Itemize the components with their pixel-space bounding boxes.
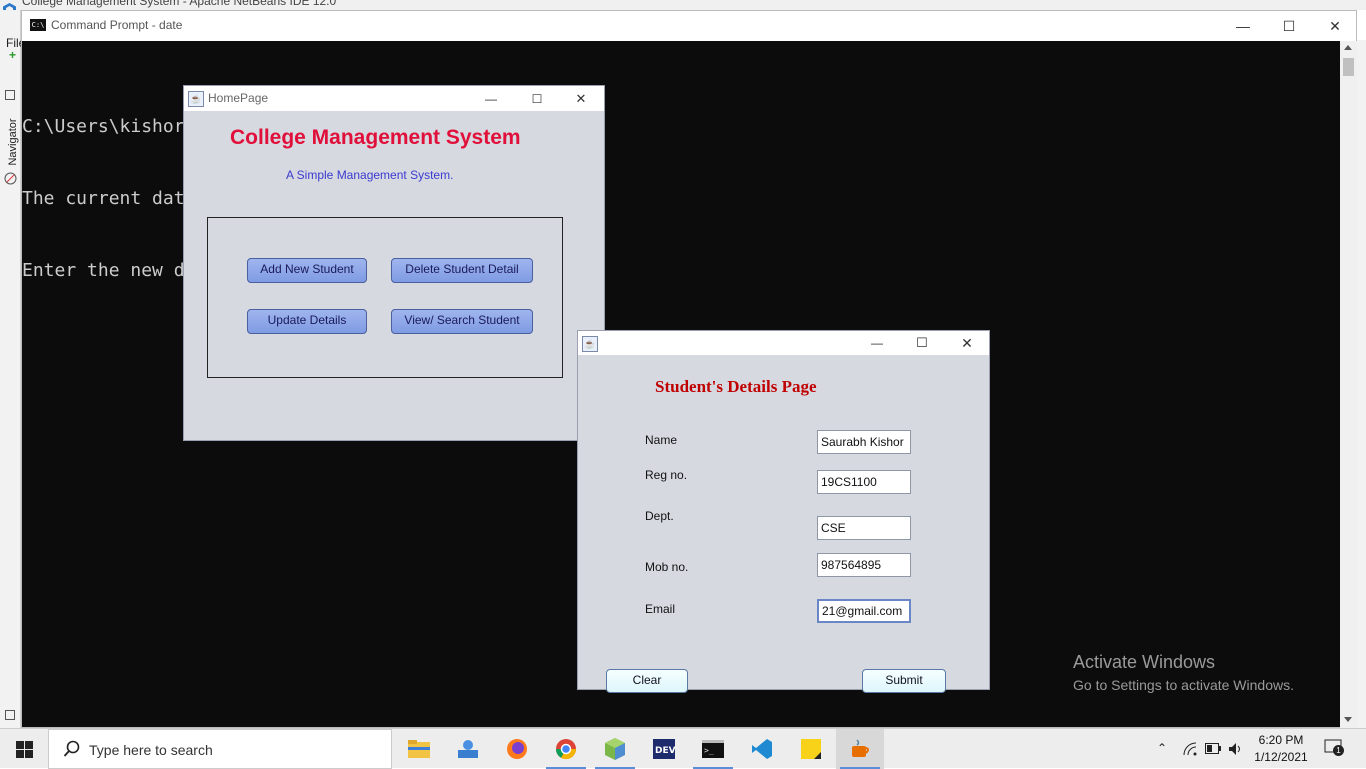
- battery-icon[interactable]: [1205, 743, 1221, 754]
- details-close-button[interactable]: ✕: [944, 331, 990, 355]
- clock-time[interactable]: 6:20 PM: [1257, 733, 1305, 747]
- mob-label: Mob no.: [645, 560, 689, 574]
- view-search-student-button[interactable]: View/ Search Student: [391, 309, 533, 334]
- name-label: Name: [645, 433, 678, 447]
- reg-input[interactable]: [817, 470, 911, 494]
- dept-label: Dept.: [645, 509, 674, 523]
- home-close-button[interactable]: ✕: [558, 86, 604, 111]
- taskbar-search-box[interactable]: Type here to search: [48, 729, 392, 769]
- email-input[interactable]: [817, 599, 911, 623]
- chrome-icon: [555, 739, 577, 760]
- taskbar-file-explorer[interactable]: [395, 729, 443, 769]
- add-icon[interactable]: +: [9, 49, 16, 61]
- notification-center-button[interactable]: 1: [1324, 739, 1344, 759]
- homepage-heading: College Management System: [230, 126, 521, 149]
- dept-input[interactable]: [817, 516, 911, 540]
- netbeans-cube-icon: [605, 738, 625, 760]
- taskbar-sticky-notes[interactable]: [787, 729, 835, 769]
- home-minimize-button[interactable]: —: [468, 86, 514, 111]
- restore-icon-bottom[interactable]: [5, 710, 15, 720]
- homepage-subtitle: A Simple Management System.: [286, 168, 454, 182]
- chevron-up-icon[interactable]: ⌃: [1157, 741, 1167, 755]
- java-icon: ☕: [188, 91, 204, 107]
- taskbar-user-app[interactable]: [444, 729, 492, 769]
- homepage-button-panel: Add New Student Delete Student Detail Up…: [207, 217, 563, 378]
- svg-text:DEV: DEV: [655, 746, 676, 756]
- vscode-icon: [752, 739, 772, 759]
- sticky-note-icon: [801, 739, 821, 759]
- home-maximize-button[interactable]: ☐: [514, 86, 560, 111]
- reg-label: Reg no.: [645, 468, 688, 482]
- firefox-icon: [507, 739, 527, 759]
- search-icon: [63, 740, 80, 757]
- cmd-close-button[interactable]: ✕: [1312, 11, 1358, 41]
- scroll-up-icon[interactable]: [1344, 45, 1352, 50]
- activate-windows-subtitle: Go to Settings to activate Windows.: [1073, 677, 1294, 693]
- java-icon: ☕: [582, 336, 598, 352]
- search-placeholder: Type here to search: [89, 742, 213, 758]
- details-minimize-button[interactable]: —: [854, 331, 900, 355]
- clear-button[interactable]: Clear: [606, 669, 688, 693]
- clock-date[interactable]: 1/12/2021: [1252, 750, 1310, 764]
- details-title-bar[interactable]: ☕ — ☐ ✕: [578, 331, 989, 355]
- update-details-button[interactable]: Update Details: [247, 309, 367, 334]
- folder-icon: [408, 740, 430, 758]
- cmd-scrollbar[interactable]: [1340, 41, 1357, 728]
- wifi-icon[interactable]: [1183, 742, 1197, 756]
- netbeans-side-panel: File + Navigator: [0, 10, 25, 728]
- scroll-down-icon[interactable]: [1344, 717, 1352, 722]
- taskbar: Type here to search DEV >_ ⌃ 6:20 PM 1/1…: [0, 728, 1366, 769]
- mob-input[interactable]: [817, 553, 911, 577]
- taskbar-netbeans[interactable]: [591, 729, 639, 769]
- details-maximize-button[interactable]: ☐: [899, 331, 945, 355]
- cmd-title-bar[interactable]: C:\ Command Prompt - date — ☐ ✕: [22, 11, 1356, 41]
- taskbar-chrome[interactable]: [542, 729, 590, 769]
- svg-text:>_: >_: [704, 746, 714, 755]
- cmd-minimize-button[interactable]: —: [1220, 11, 1266, 41]
- netbeans-title-bar: College Management System - Apache NetBe…: [0, 0, 1366, 10]
- cmd-title: Command Prompt - date: [51, 18, 183, 32]
- dev-icon: DEV: [653, 739, 676, 759]
- restore-icon[interactable]: [5, 90, 15, 100]
- details-heading: Student's Details Page: [655, 377, 817, 396]
- netbeans-logo-icon: [3, 3, 16, 10]
- email-label: Email: [645, 602, 676, 616]
- cmd-maximize-button[interactable]: ☐: [1266, 11, 1312, 41]
- cmd-scroll-thumb[interactable]: [1343, 58, 1354, 76]
- add-new-student-button[interactable]: Add New Student: [247, 258, 367, 283]
- navigator-tab[interactable]: Navigator: [7, 107, 19, 177]
- terminal-icon: >_: [702, 740, 724, 758]
- taskbar-command-prompt[interactable]: >_: [689, 729, 737, 769]
- netbeans-right-panel: [1357, 40, 1366, 728]
- activate-windows-title: Activate Windows: [1073, 652, 1216, 672]
- taskbar-java-app[interactable]: [836, 729, 884, 769]
- windows-logo-icon: [15, 740, 33, 758]
- taskbar-vscode[interactable]: [738, 729, 786, 769]
- start-button[interactable]: [0, 729, 48, 769]
- homepage-title-bar[interactable]: ☕ HomePage — ☐ ✕: [184, 86, 604, 111]
- homepage-title: HomePage: [208, 91, 269, 105]
- navigator-icon: [4, 172, 17, 185]
- cmd-icon: C:\: [30, 19, 46, 31]
- taskbar-firefox[interactable]: [493, 729, 541, 769]
- name-input[interactable]: [817, 430, 911, 454]
- taskbar-devcpp[interactable]: DEV: [640, 729, 688, 769]
- volume-icon[interactable]: [1228, 742, 1242, 756]
- student-details-window[interactable]: ☕ — ☐ ✕ Student's Details Page Name Reg …: [577, 330, 990, 693]
- java-cup-icon: [852, 739, 869, 757]
- user-monitor-icon: [458, 740, 478, 758]
- netbeans-title: College Management System - Apache NetBe…: [22, 0, 337, 8]
- submit-button[interactable]: Submit: [862, 669, 946, 693]
- notification-badge: 1: [1333, 745, 1344, 756]
- delete-student-button[interactable]: Delete Student Detail: [391, 258, 533, 283]
- homepage-window[interactable]: ☕ HomePage — ☐ ✕ College Management Syst…: [183, 85, 605, 441]
